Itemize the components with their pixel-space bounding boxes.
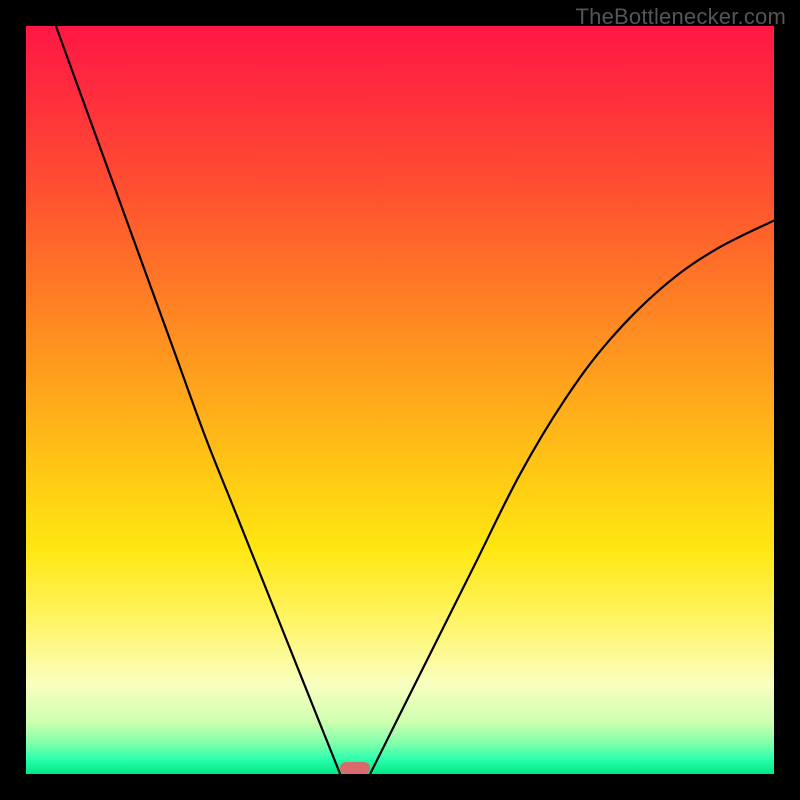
curve-left [56, 26, 340, 774]
optimum-marker [340, 762, 370, 774]
bottleneck-curve [26, 26, 774, 774]
curve-right [370, 220, 774, 774]
watermark-text: TheBottlenecker.com [576, 4, 786, 30]
plot-frame [26, 26, 774, 774]
